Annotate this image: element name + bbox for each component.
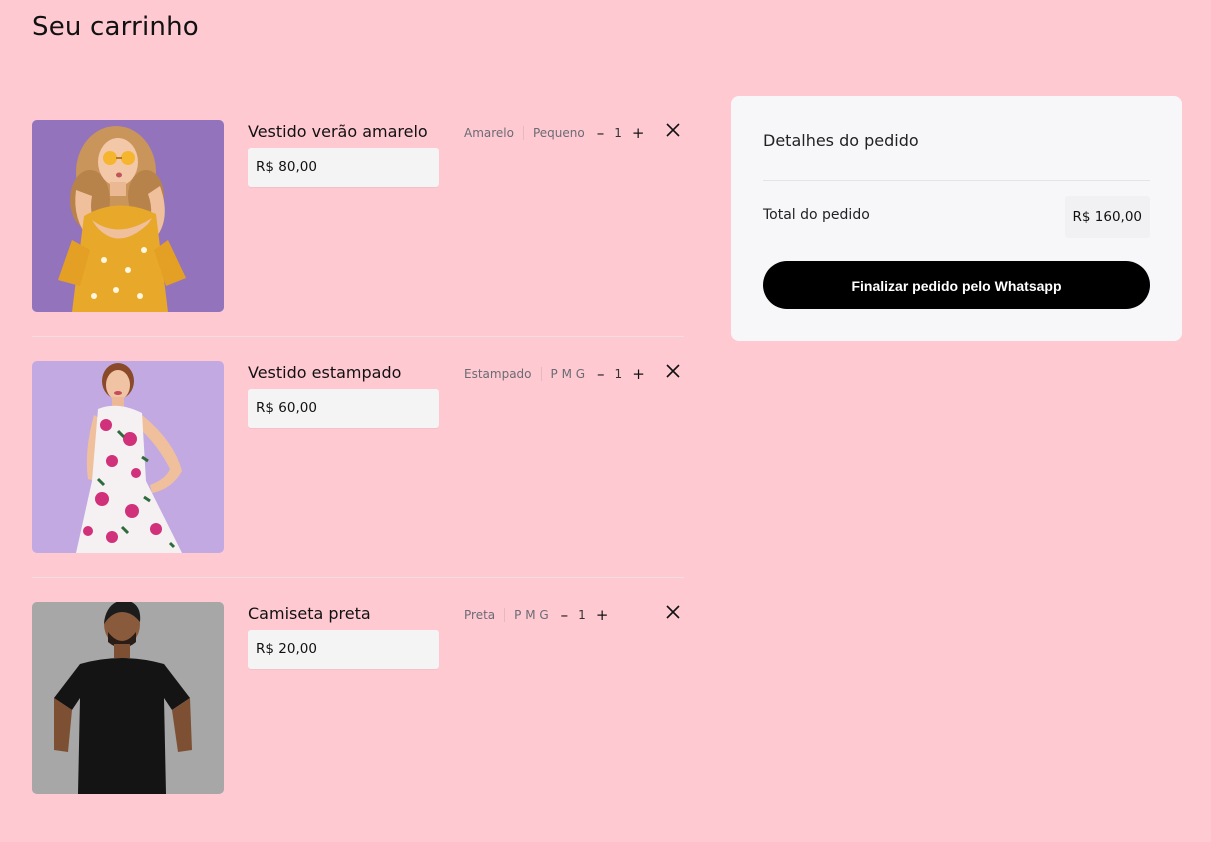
cart-item: Vestido estampado R$ 60,00 Estampado P M…	[32, 361, 684, 578]
summary-divider	[763, 180, 1150, 181]
close-icon[interactable]	[666, 364, 680, 378]
option-divider	[504, 608, 506, 622]
cart-item-list: Vestido verão amarelo R$ 80,00 Amarelo P…	[32, 120, 684, 842]
quantity-stepper: – 1 +	[595, 126, 647, 141]
quantity-stepper: – 1 +	[595, 367, 647, 382]
quantity-stepper: – 1 +	[559, 608, 611, 623]
product-price: R$ 60,00	[248, 389, 439, 428]
product-options: Estampado P M G – 1 +	[464, 367, 647, 382]
product-options: Amarelo Pequeno – 1 +	[464, 126, 647, 141]
cart-item: Camiseta preta R$ 20,00 Preta P M G – 1 …	[32, 602, 684, 818]
page-title: Seu carrinho	[32, 12, 199, 42]
product-name[interactable]: Camiseta preta	[248, 604, 371, 623]
product-name[interactable]: Vestido verão amarelo	[248, 122, 428, 141]
product-options: Preta P M G – 1 +	[464, 608, 611, 623]
close-icon[interactable]	[666, 605, 680, 619]
product-color: Estampado	[464, 367, 532, 381]
cart-item: Vestido verão amarelo R$ 80,00 Amarelo P…	[32, 120, 684, 337]
option-divider	[540, 367, 542, 381]
product-image[interactable]	[32, 602, 224, 794]
quantity-value: 1	[578, 608, 586, 622]
quantity-value: 1	[614, 367, 623, 381]
minus-icon[interactable]: –	[595, 367, 607, 382]
minus-icon[interactable]: –	[559, 608, 571, 623]
plus-icon[interactable]: +	[630, 367, 647, 382]
order-total-label: Total do pedido	[763, 207, 870, 223]
order-summary-title: Detalhes do pedido	[763, 131, 919, 150]
quantity-value: 1	[614, 126, 622, 140]
order-total-value: R$ 160,00	[1064, 196, 1150, 238]
product-price: R$ 20,00	[248, 630, 439, 669]
product-size: Pequeno	[532, 126, 585, 140]
plus-icon[interactable]: +	[630, 126, 647, 141]
minus-icon[interactable]: –	[595, 126, 607, 141]
checkout-whatsapp-button[interactable]: Finalizar pedido pelo Whatsapp	[763, 261, 1150, 309]
product-image[interactable]	[32, 361, 224, 553]
product-price: R$ 80,00	[248, 148, 439, 187]
close-icon[interactable]	[666, 123, 680, 137]
order-summary-card: Detalhes do pedido Total do pedido R$ 16…	[731, 96, 1182, 341]
product-color: Preta	[464, 608, 496, 622]
product-size: P M G	[514, 608, 549, 622]
option-divider	[522, 126, 524, 140]
product-image[interactable]	[32, 120, 224, 312]
product-size: P M G	[550, 367, 586, 381]
plus-icon[interactable]: +	[594, 608, 611, 623]
product-name[interactable]: Vestido estampado	[248, 363, 401, 382]
product-color: Amarelo	[464, 126, 514, 140]
